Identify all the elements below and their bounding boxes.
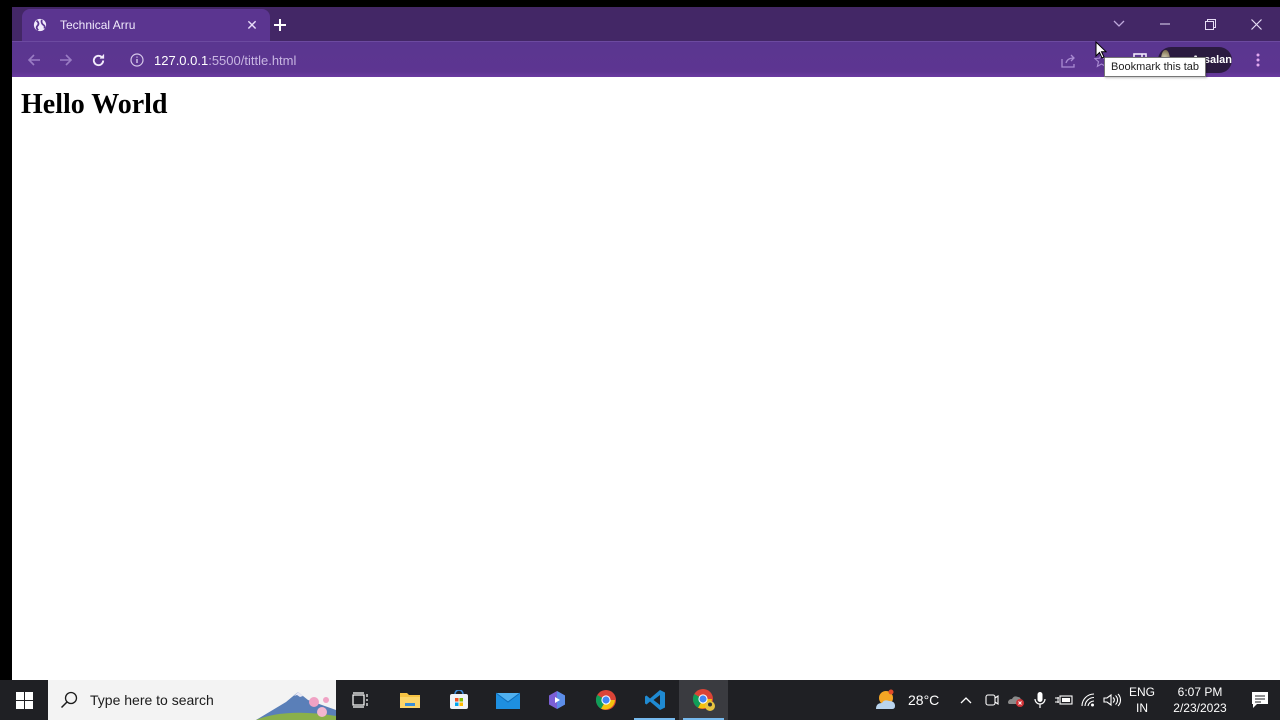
reload-icon <box>92 53 104 66</box>
kebab-menu-icon <box>1256 53 1260 67</box>
restore-icon <box>1204 18 1216 30</box>
language-code: ENG <box>1128 685 1155 699</box>
url-host: 127.0.0.1 <box>154 52 209 68</box>
bookmark-tooltip: Bookmark this tab <box>1104 57 1207 77</box>
tray-battery[interactable] <box>1052 680 1076 720</box>
page-content: Hello World <box>12 77 1280 680</box>
browser-toolbar: 127.0.0.1:5500/tittle.html Arsalan <box>12 41 1280 77</box>
restore-button[interactable] <box>1187 7 1233 41</box>
back-button[interactable] <box>20 46 48 74</box>
system-tray: 28°C ENG IN 6:07 PM 2/23/2023 <box>870 680 1280 720</box>
wifi-icon <box>1081 693 1095 707</box>
battery-charging-icon <box>1055 695 1073 705</box>
chrome-profile-icon <box>692 689 715 711</box>
weather-widget[interactable] <box>870 680 902 720</box>
speaker-icon <box>1103 693 1121 707</box>
browser-titlebar: Technical Arru ✕ <box>12 7 1280 41</box>
folder-icon <box>399 693 420 708</box>
taskbar-chrome-profile[interactable] <box>679 680 728 720</box>
mouse-cursor-icon <box>1095 40 1108 64</box>
mail-icon <box>495 692 520 709</box>
close-tab-icon[interactable]: ✕ <box>242 15 262 35</box>
cloud-error-icon <box>1008 696 1024 707</box>
tray-volume[interactable] <box>1100 680 1124 720</box>
page-heading: Hello World <box>21 89 168 120</box>
globe-icon <box>32 17 48 33</box>
taskbar-vscode[interactable] <box>630 680 679 720</box>
taskbar-microsoft-store[interactable] <box>434 680 483 720</box>
taskbar-search-input[interactable]: Type here to search <box>48 680 336 720</box>
chrome-icon <box>595 690 616 710</box>
vscode-icon <box>644 690 665 710</box>
search-icon <box>60 691 78 709</box>
url-path: :5500/tittle.html <box>208 52 297 68</box>
share-icon <box>1061 54 1075 68</box>
share-button[interactable] <box>1057 48 1081 72</box>
clock-time: 6:07 PM <box>1177 685 1223 699</box>
weather-temp[interactable]: 28°C <box>902 680 952 720</box>
notifications-icon <box>1252 692 1268 708</box>
browser-menu-button[interactable] <box>1246 48 1270 72</box>
tray-meet-now[interactable] <box>980 680 1004 720</box>
show-hidden-icons-button[interactable] <box>952 680 980 720</box>
info-icon[interactable] <box>130 53 144 67</box>
tab-search-button[interactable] <box>1096 7 1142 41</box>
store-icon <box>449 690 468 709</box>
windows-logo-icon <box>15 691 33 709</box>
clock-date: 2/23/2023 <box>1173 701 1227 715</box>
taskbar-task-view[interactable] <box>336 680 385 720</box>
arrow-right-icon <box>60 54 73 66</box>
clock[interactable]: 6:07 PM 2/23/2023 <box>1160 680 1240 720</box>
start-button[interactable] <box>0 680 48 720</box>
browser-tab[interactable]: Technical Arru ✕ <box>22 9 270 41</box>
tray-network[interactable] <box>1076 680 1100 720</box>
search-highlight-illustration-icon <box>256 692 336 720</box>
browser-window: Technical Arru ✕ 127.0.0.1:5500/tittle.… <box>12 7 1280 680</box>
webcam-icon <box>985 694 999 706</box>
tab-title: Technical Arru <box>60 18 136 32</box>
tray-microphone[interactable] <box>1028 680 1052 720</box>
language-indicator[interactable]: ENG IN <box>1124 680 1160 720</box>
forward-button[interactable] <box>52 46 80 74</box>
taskbar: Type here to search 28°C ENG IN 6:07 PM … <box>0 680 1280 720</box>
close-icon <box>1250 18 1262 30</box>
minimize-button[interactable] <box>1142 7 1188 41</box>
desktop: Technical Arru ✕ 127.0.0.1:5500/tittle.… <box>0 0 1280 720</box>
plus-icon <box>274 19 286 31</box>
address-bar[interactable]: 127.0.0.1:5500/tittle.html <box>122 46 1122 74</box>
chevron-down-icon <box>1113 20 1125 27</box>
new-tab-button[interactable] <box>268 13 292 37</box>
tray-onedrive[interactable] <box>1004 680 1028 720</box>
minimize-icon <box>1160 23 1170 25</box>
taskbar-mail[interactable] <box>483 680 532 720</box>
chevron-up-icon <box>960 697 972 704</box>
partly-cloudy-icon <box>876 689 895 709</box>
clipchamp-icon <box>548 691 565 709</box>
close-window-button[interactable] <box>1233 7 1279 41</box>
action-center-button[interactable] <box>1240 680 1280 720</box>
arrow-left-icon <box>27 54 40 66</box>
microphone-icon <box>1034 692 1046 708</box>
reload-button[interactable] <box>84 46 112 74</box>
taskbar-clipchamp[interactable] <box>532 680 581 720</box>
taskbar-file-explorer[interactable] <box>385 680 434 720</box>
taskbar-chrome[interactable] <box>581 680 630 720</box>
language-region: IN <box>1135 701 1148 715</box>
task-view-icon <box>351 692 368 708</box>
search-placeholder: Type here to search <box>90 692 214 708</box>
